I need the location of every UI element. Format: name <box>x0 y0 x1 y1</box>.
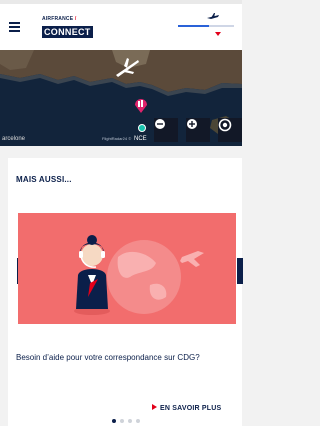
logo-brand-line: AIRFRANCE / <box>42 16 77 22</box>
more-section-card: MAIS AUSSI... Besoin d’aide pour votre c… <box>8 158 243 426</box>
airfrance-connect-logo: AIRFRANCE / CONNECT <box>42 16 98 40</box>
carousel-next-button[interactable] <box>237 258 243 284</box>
logo-brand-name: CONNECT <box>42 26 93 38</box>
support-illustration <box>18 213 236 324</box>
pagination-dot[interactable] <box>136 419 140 423</box>
flight-progress-bar <box>178 25 234 27</box>
chevron-down-icon[interactable] <box>215 32 221 36</box>
recenter-button[interactable] <box>218 118 242 142</box>
zoom-in-button[interactable] <box>186 118 210 142</box>
pagination-dot[interactable] <box>120 419 124 423</box>
app-header: AIRFRANCE / CONNECT <box>0 0 242 50</box>
plane-icon <box>207 13 219 19</box>
menu-icon[interactable] <box>9 22 20 32</box>
section-title: MAIS AUSSI... <box>16 175 72 184</box>
map-credit: FlightRadar24 © <box>102 136 132 141</box>
aircraft-icon <box>116 58 139 77</box>
poi-pin-icon[interactable] <box>174 144 190 146</box>
zoom-out-button[interactable] <box>154 118 178 142</box>
city-label: NCE <box>134 136 147 142</box>
recenter-icon <box>218 118 232 132</box>
map-place-label: arcelone <box>2 136 26 142</box>
brand-line-text: AIRFRANCE <box>42 16 74 22</box>
learn-more-link[interactable]: EN SAVOIR PLUS <box>152 404 221 412</box>
pagination-dot[interactable] <box>128 419 132 423</box>
zoom-in-icon <box>187 119 197 129</box>
carousel-pagination[interactable] <box>112 419 140 423</box>
promo-image[interactable] <box>18 213 236 324</box>
promo-description[interactable]: Besoin d’aide pour votre correspondance … <box>16 352 226 364</box>
flight-progress-fill <box>178 25 209 27</box>
airport-marker-icon <box>138 124 146 132</box>
flight-map[interactable]: NCE arcelone FlightRadar24 © <box>0 50 242 146</box>
zoom-out-icon <box>155 119 165 129</box>
poi-pin-icon[interactable] <box>133 96 149 114</box>
arrow-right-icon <box>152 404 157 410</box>
flight-progress-indicator[interactable] <box>178 12 234 42</box>
top-divider <box>0 0 242 4</box>
pagination-dot[interactable] <box>112 419 116 423</box>
learn-more-label: EN SAVOIR PLUS <box>160 405 222 412</box>
